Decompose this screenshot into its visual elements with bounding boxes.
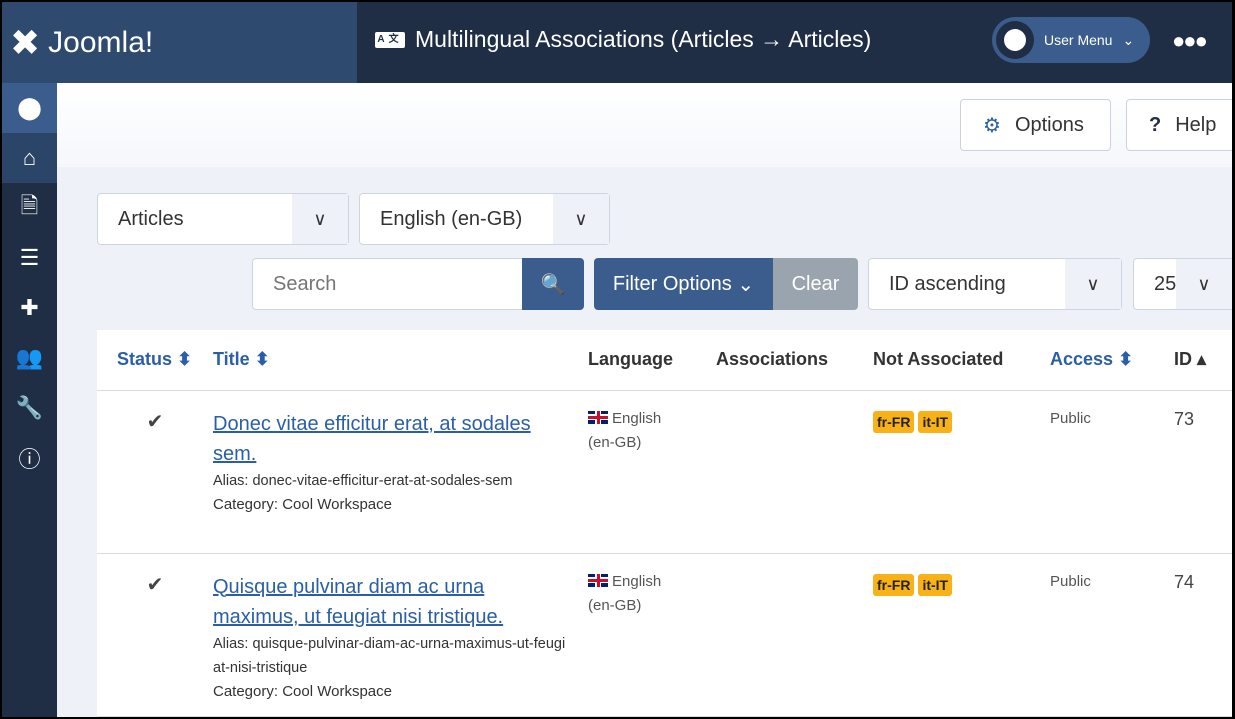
id: 74 <box>1174 553 1232 717</box>
toolbar: ⚙ Options ? Help <box>57 83 1232 167</box>
options-button[interactable]: ⚙ Options <box>960 99 1111 151</box>
article-title-link[interactable]: Donec vitae efficitur erat, at sodales s… <box>213 413 531 465</box>
extensions-puzzle-icon[interactable]: ✚ <box>2 283 57 333</box>
header-language: Language <box>588 330 716 391</box>
users-icon[interactable]: 👥 <box>2 333 57 383</box>
item-type-select[interactable]: Articles ∨ <box>97 193 349 245</box>
filter-options-button[interactable]: Filter Options ⌄ <box>594 258 773 310</box>
access: Public <box>1050 390 1174 554</box>
sidebar: ⬤ ⌂ 🗎 ☰ ✚ 👥 🔧 ⓘ <box>2 83 57 717</box>
sort-status[interactable]: Status ⬍ <box>97 330 213 391</box>
clear-button[interactable]: Clear <box>773 258 858 310</box>
sort-id[interactable]: ID ▴ <box>1174 330 1232 391</box>
header-associations: Associations <box>716 330 873 391</box>
sort-title[interactable]: Title ⬍ <box>213 330 588 391</box>
access: Public <box>1050 553 1174 717</box>
category: Category: Cool Workspace <box>213 682 392 700</box>
sort-access[interactable]: Access ⬍ <box>1050 330 1174 391</box>
category: Category: Cool Workspace <box>213 495 392 513</box>
home-icon[interactable]: ⌂ <box>2 133 57 183</box>
page-title: A文 Multilingual Associations (Articles → … <box>375 26 871 53</box>
joomla-logo[interactable]: ✖ Joomla! <box>2 2 357 83</box>
status-published-icon[interactable]: ✔ <box>97 390 213 554</box>
chevron-down-icon: ∨ <box>553 194 609 244</box>
chevron-down-icon: ⌄ <box>1122 31 1135 48</box>
not-associated-badge[interactable]: it-IT <box>918 410 953 433</box>
status-published-icon[interactable]: ✔ <box>97 553 213 717</box>
not-associated-badge[interactable]: it-IT <box>918 573 953 596</box>
limit-select[interactable]: 25 ∨ <box>1133 258 1232 310</box>
language-icon: A文 <box>375 31 405 48</box>
alias: Alias: donec-vitae-efficitur-erat-at-sod… <box>213 472 513 489</box>
article-title-link[interactable]: Quisque pulvinar diam ac urna maximus, u… <box>213 576 503 628</box>
help-button[interactable]: ? Help <box>1126 99 1232 151</box>
language: English (en-GB) <box>588 390 716 554</box>
not-associated-badge[interactable]: fr-FR <box>873 410 915 433</box>
not-associated-badge[interactable]: fr-FR <box>873 573 915 596</box>
associations-table: Status ⬍ Title ⬍ Language Associations N… <box>97 330 1232 717</box>
menu-list-icon[interactable]: ☰ <box>2 233 57 283</box>
wrench-icon[interactable]: 🔧 <box>2 383 57 433</box>
uk-flag-icon <box>588 573 608 587</box>
language: English (en-GB) <box>588 553 716 717</box>
table-row: ✔ Donec vitae efficitur erat, at sodales… <box>97 390 1232 554</box>
gear-icon: ⚙ <box>983 114 1001 137</box>
search-icon: 🔍 <box>540 273 566 296</box>
chevron-down-icon: ∨ <box>292 194 348 244</box>
uk-flag-icon <box>588 410 608 424</box>
joomla-icon: ✖ <box>10 21 41 63</box>
header: ✖ Joomla! A文 Multilingual Associations (Ar… <box>2 2 1232 83</box>
more-icon[interactable]: ●●● <box>1172 28 1208 54</box>
user-icon <box>996 21 1034 59</box>
alias: Alias: quisque-pulvinar-diam-ac-urna-max… <box>213 635 566 676</box>
question-icon: ? <box>1149 113 1162 136</box>
associations <box>716 390 873 554</box>
toggle-menu-icon[interactable]: ⬤ <box>2 83 57 133</box>
search-input[interactable] <box>252 258 524 310</box>
associations <box>716 553 873 717</box>
id: 73 <box>1174 390 1232 554</box>
language-select[interactable]: English (en-GB) ∨ <box>359 193 610 245</box>
table-header: Status ⬍ Title ⬍ Language Associations N… <box>97 330 1232 391</box>
chevron-down-icon: ∨ <box>1065 259 1121 309</box>
chevron-down-icon: ⌄ <box>731 273 755 296</box>
chevron-down-icon: ∨ <box>1176 259 1232 309</box>
user-menu-button[interactable]: User Menu ⌄ <box>992 17 1150 63</box>
ordering-select[interactable]: ID ascending ∨ <box>868 258 1122 310</box>
content-icon[interactable]: 🗎 <box>2 183 57 233</box>
info-icon[interactable]: ⓘ <box>2 433 57 483</box>
search-button[interactable]: 🔍 <box>522 258 584 310</box>
header-not-associated: Not Associated <box>873 330 1050 391</box>
table-row: ✔ Quisque pulvinar diam ac urna maximus,… <box>97 553 1232 717</box>
